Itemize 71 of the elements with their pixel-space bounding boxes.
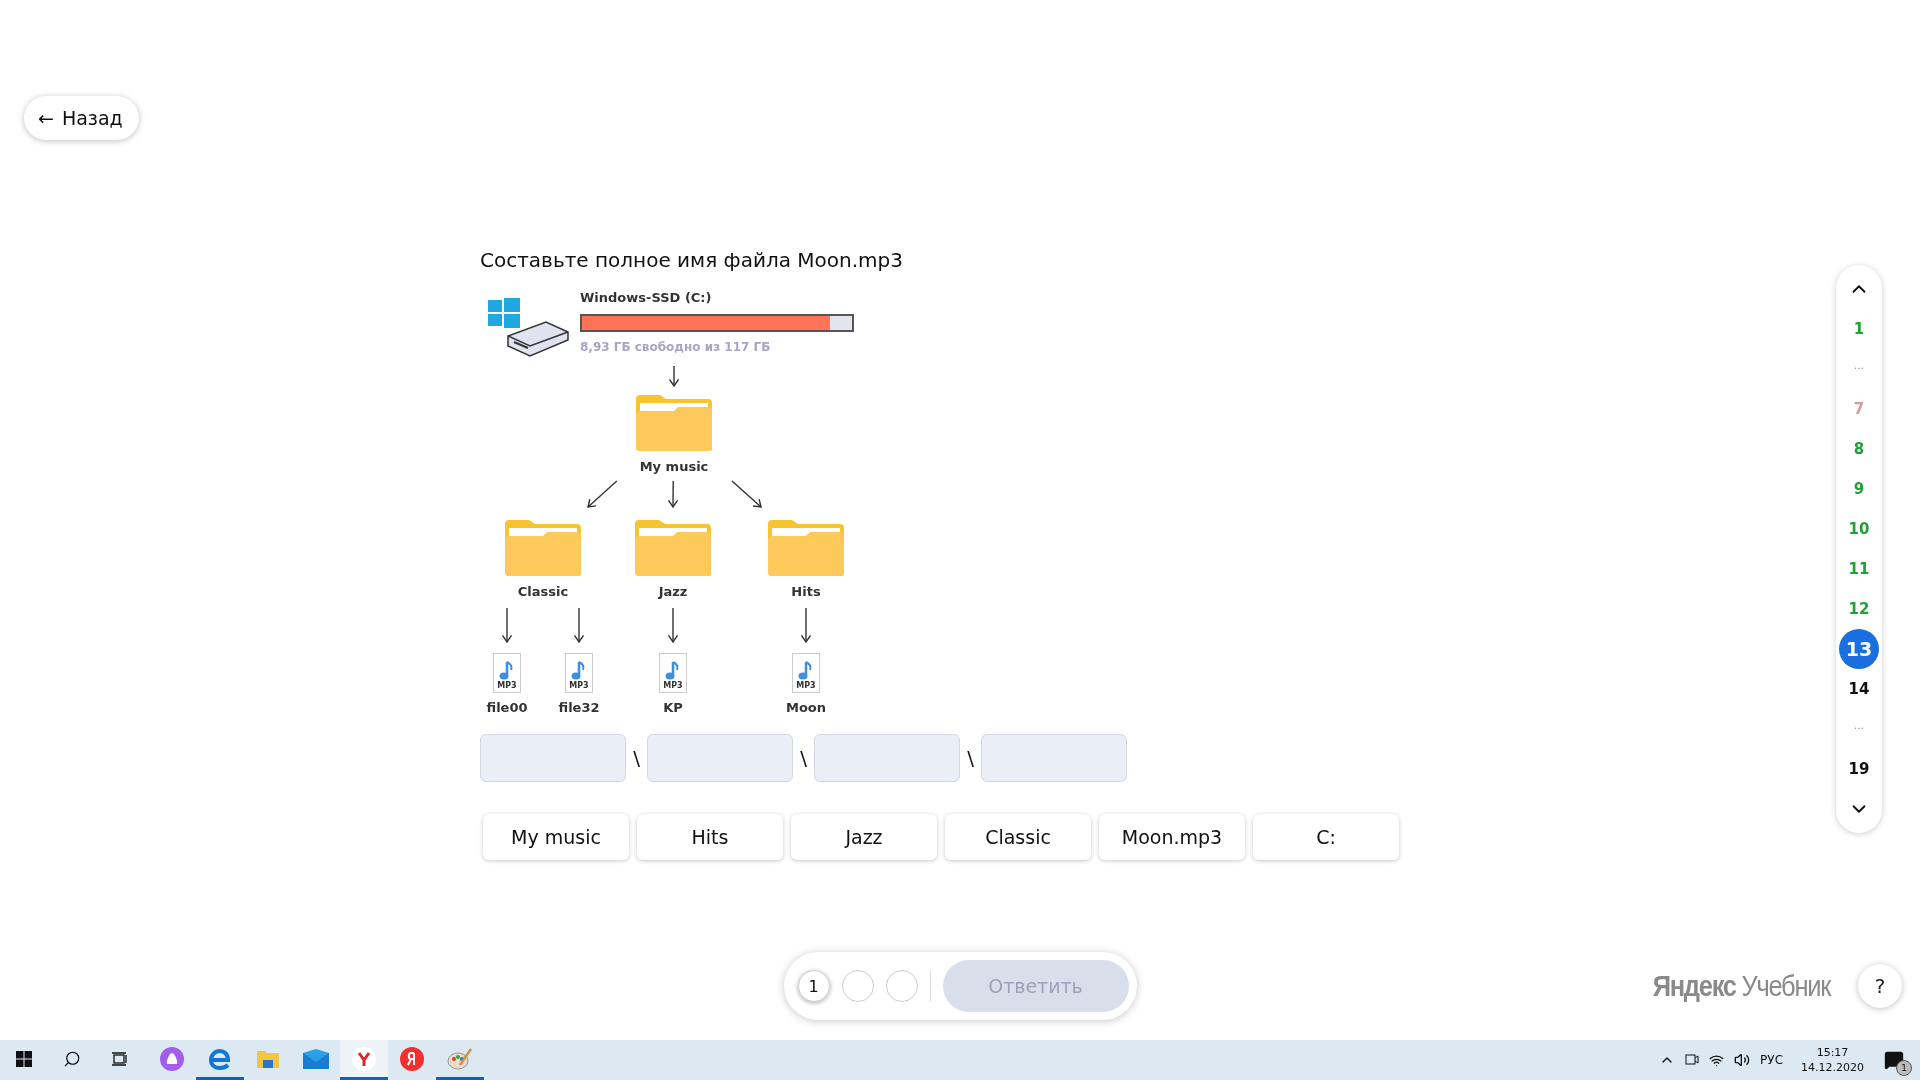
answer-option[interactable]: Classic (945, 814, 1091, 860)
answer-option[interactable]: Jazz (791, 814, 937, 860)
answer-field[interactable] (647, 734, 793, 782)
circle-logo-icon (352, 1046, 376, 1071)
arrow (573, 607, 585, 644)
task-number[interactable]: 19 (1839, 749, 1879, 789)
arrow (668, 365, 680, 388)
search-icon (63, 1049, 81, 1068)
answer-option[interactable]: Moon.mp3 (1099, 814, 1245, 860)
music-note-icon (665, 661, 681, 681)
envelope-icon (303, 1048, 329, 1069)
folder-label: Hits (791, 584, 821, 599)
browser-icon (208, 1046, 232, 1071)
arrow (667, 607, 679, 644)
notification-count: 1 (1896, 1060, 1912, 1076)
path-separator: \ (632, 746, 641, 770)
task-number[interactable]: 14 (1839, 669, 1879, 709)
folder-icon (633, 518, 713, 578)
speaker-icon[interactable] (1734, 1052, 1751, 1068)
folder-icon (634, 393, 714, 453)
back-button[interactable]: ← Назад (24, 96, 139, 140)
task-title: Составьте полное имя файла Moon.mp3 (480, 247, 904, 274)
file-label: file32 (558, 700, 600, 715)
ellipsis: ... (1853, 718, 1865, 734)
logo: Яндекс Учебник (1652, 969, 1831, 1003)
music-note-icon (499, 661, 515, 681)
ellipsis: ... (1853, 358, 1865, 374)
file-type-label: MP3 (497, 681, 517, 690)
help-button[interactable]: ? (1858, 964, 1902, 1008)
answer-field[interactable] (814, 734, 960, 782)
folder-icon (503, 518, 583, 578)
folder-icon (766, 518, 846, 578)
file-type-label: MP3 (663, 681, 683, 690)
arrow (501, 607, 513, 644)
arrow (731, 480, 763, 508)
folder-label: Jazz (658, 584, 688, 599)
answer-field[interactable] (981, 734, 1127, 782)
clock[interactable]: 15:17 14.12.2020 (1801, 1045, 1864, 1075)
windows-icon (16, 1050, 32, 1067)
answer-option[interactable]: Hits (637, 814, 783, 860)
wifi-icon[interactable] (1709, 1052, 1725, 1068)
file-type-label: MP3 (569, 681, 589, 690)
path-separator: \ (966, 746, 975, 770)
letter-logo-icon (400, 1046, 424, 1071)
time: 15:17 (1816, 1045, 1849, 1060)
answer-option[interactable]: My music (483, 814, 629, 860)
date: 14.12.2020 (1801, 1060, 1864, 1075)
assistant-logo-icon (160, 1046, 184, 1071)
free-space-text: 8,93 ГБ свободно из 117 ГБ (580, 340, 771, 354)
folder-label: Classic (517, 584, 569, 599)
file-label: file00 (486, 700, 528, 715)
answer-option[interactable]: C: (1253, 814, 1399, 860)
file-label: Moon (785, 700, 827, 715)
language-indicator[interactable]: РУС (1760, 1053, 1783, 1067)
arrow (586, 480, 618, 508)
file-type-label: MP3 (796, 681, 816, 690)
palette-icon (447, 1046, 473, 1071)
arrow (668, 480, 679, 509)
drive-label: Windows-SSD (C:) (580, 290, 712, 305)
task-number[interactable]: 13 (1839, 629, 1879, 669)
folder-label: My music (639, 459, 709, 474)
task-view-icon (112, 1050, 128, 1067)
back-label: Назад (61, 107, 123, 129)
file-label: KP (663, 700, 683, 715)
arrow (800, 607, 812, 644)
music-note-icon (571, 661, 587, 681)
path-separator: \ (799, 746, 808, 770)
music-note-icon (798, 661, 814, 681)
camera-icon[interactable] (1685, 1052, 1700, 1068)
arrow-left-icon: ← (38, 107, 54, 129)
answer-field[interactable] (480, 734, 626, 782)
